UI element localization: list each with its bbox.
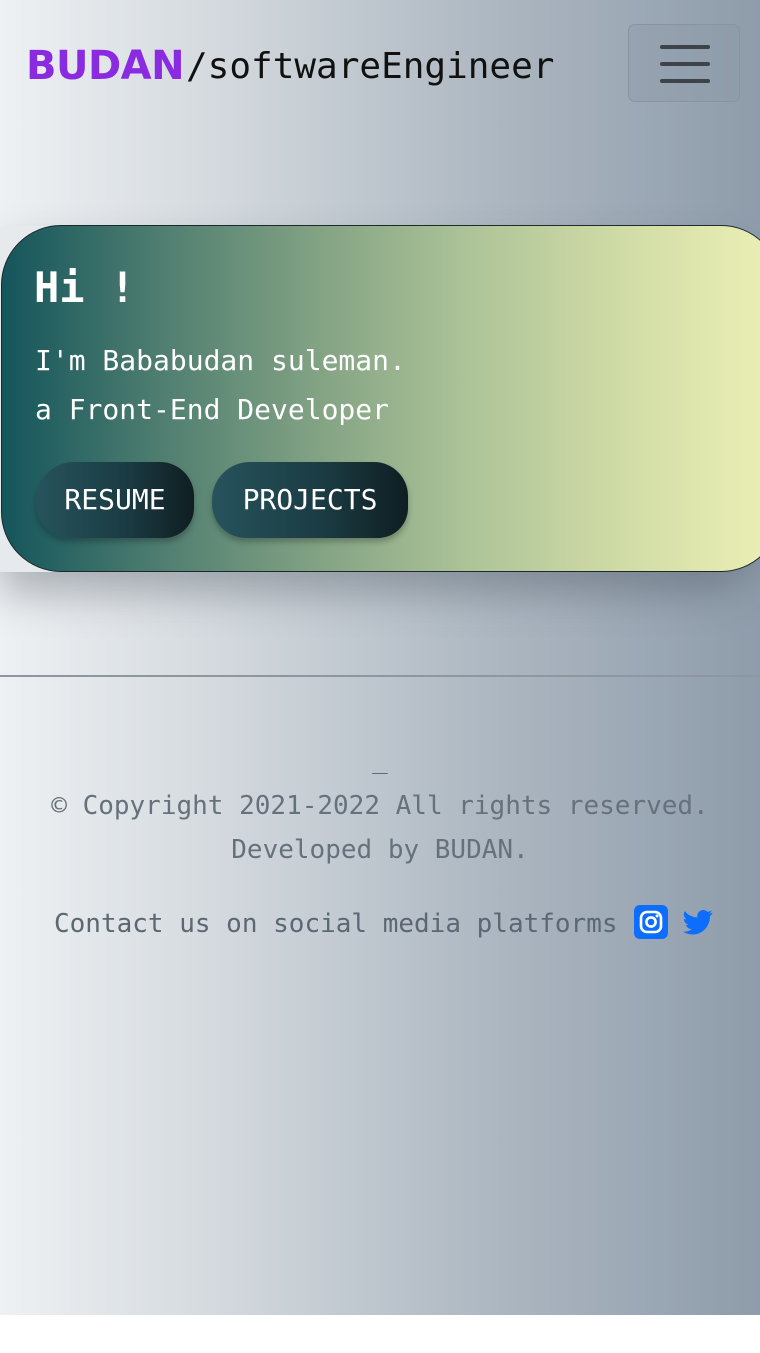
- instagram-icon[interactable]: [634, 905, 668, 939]
- navbar: BUDAN /softwareEngineer: [0, 0, 760, 130]
- developed-by-text: Developed by BUDAN.: [231, 835, 529, 865]
- hamburger-menu-icon-bar: [660, 62, 710, 66]
- twitter-icon[interactable]: [682, 907, 714, 937]
- footer-dash: _: [372, 745, 388, 775]
- hero-intro-role: a Front-End Developer: [35, 393, 390, 426]
- copyright-text: © Copyright 2021-2022 All rights reserve…: [51, 791, 709, 821]
- hamburger-menu-icon: [660, 45, 710, 49]
- role-title: /softwareEngineer: [186, 46, 555, 87]
- hero-intro-name: I'm Bababudan suleman.: [35, 344, 406, 377]
- page-background: BUDAN /softwareEngineer Hi ! I'm Bababud…: [0, 0, 760, 1315]
- navbar-toggle-button[interactable]: [628, 24, 740, 102]
- brand-logo[interactable]: BUDAN: [26, 38, 185, 94]
- contact-text: Contact us on social media platforms: [54, 909, 618, 939]
- hero-greeting: Hi !: [34, 263, 136, 312]
- hamburger-menu-icon-bar: [660, 79, 710, 83]
- resume-button[interactable]: RESUME: [36, 462, 194, 538]
- footer-divider: [0, 675, 760, 677]
- projects-button[interactable]: PROJECTS: [212, 462, 408, 538]
- hero-intro: I'm Bababudan suleman. a Front-End Devel…: [35, 336, 406, 434]
